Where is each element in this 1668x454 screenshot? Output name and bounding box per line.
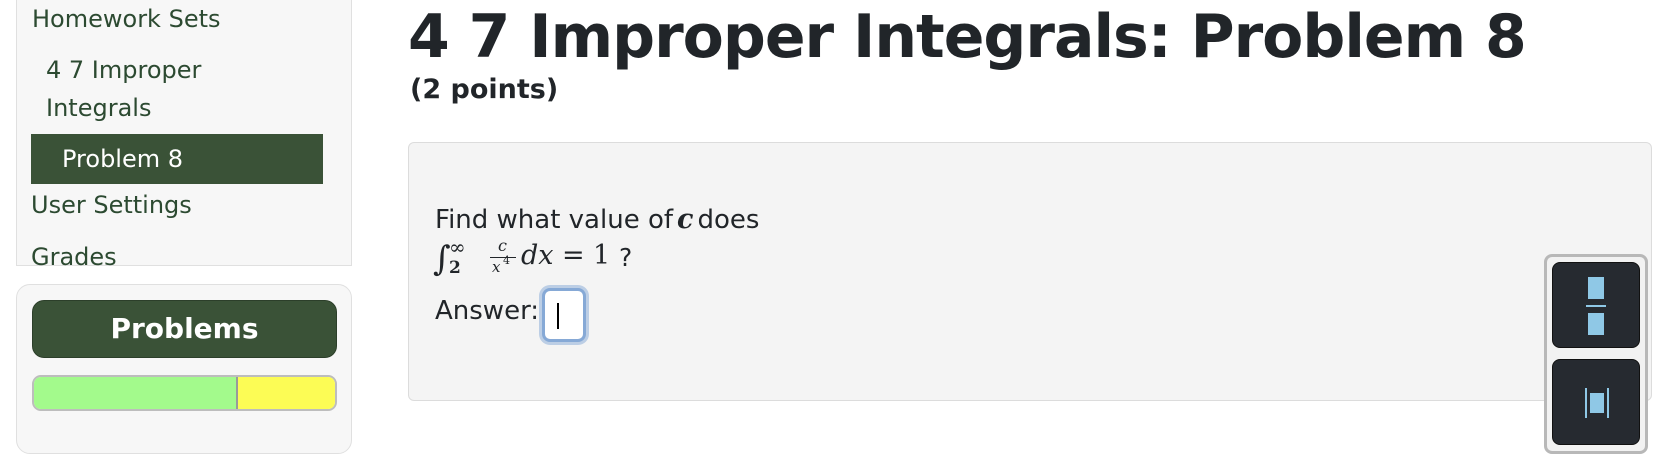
problems-button[interactable]: Problems [32,300,337,358]
integral-expression: ∫ ∞ 2 c x 4 dx = 1 ? [433,235,675,289]
fraction-icon [1586,277,1606,335]
question-text: Find what value of c does [435,204,759,235]
fraction-button[interactable] [1552,262,1640,348]
sidebar-item-grades[interactable]: Grades [31,238,117,276]
progress-bar [32,375,337,411]
sidebar-item-improper-integrals[interactable]: 4 7 Improper Integrals [46,51,266,127]
bracket-button[interactable] [1552,359,1640,445]
progress-correct-segment [34,377,238,409]
bracketed-box-icon [1585,388,1609,418]
answer-label: Answer: [435,296,540,326]
question-suffix: does [697,205,760,235]
answer-input[interactable] [542,288,586,342]
integral-rhs: 1 [593,240,611,271]
fraction-numerator: c [498,236,507,255]
text-caret [557,303,559,329]
math-toolbar [1544,254,1648,454]
problem-box: Find what value of c does ∫ ∞ 2 c x 4 dx =… [408,142,1652,401]
sidebar-item-problem-8[interactable]: Problem 8 [31,134,323,184]
nav-panel [16,0,352,266]
fraction-denominator-base: x [492,258,501,276]
question-prefix: Find what value of [435,205,674,235]
page-title: 4 7 Improper Integrals: Problem 8 [408,2,1527,72]
integral-equals: = [562,240,585,271]
problem-points: (2 points) [410,74,559,105]
progress-partial-segment [237,377,335,409]
question-variable: c [677,204,694,235]
integral-differential: dx [521,240,554,271]
question-mark: ? [619,243,633,272]
fraction-denominator-exponent: 4 [503,254,510,267]
integral-upper-limit: ∞ [449,235,466,259]
sidebar-item-homework-sets[interactable]: Homework Sets [32,0,221,38]
integral-lower-limit: 2 [449,258,461,278]
sidebar-item-user-settings[interactable]: User Settings [31,186,192,224]
